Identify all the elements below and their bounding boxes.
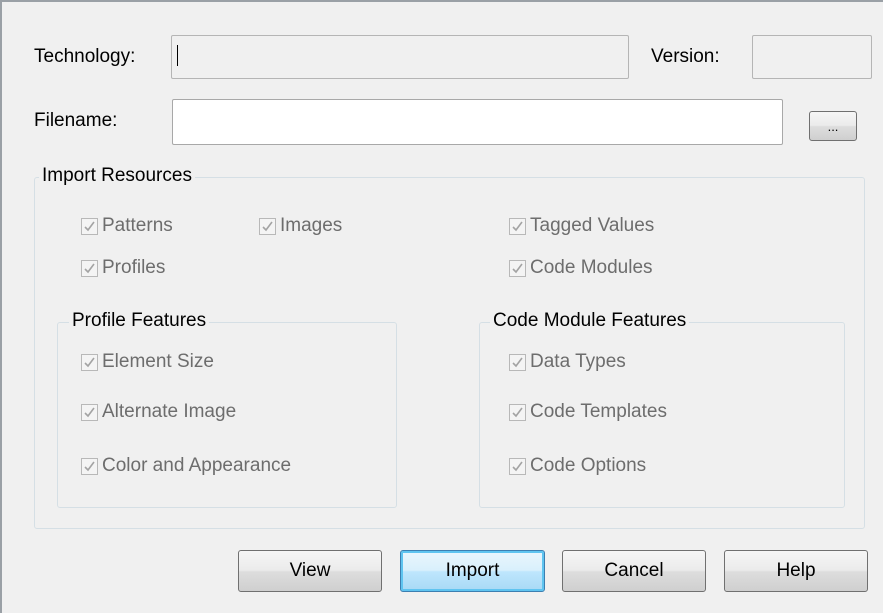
data-types-label: Data Types [530, 351, 626, 372]
tagged-values-label: Tagged Values [530, 215, 655, 236]
code-modules-label: Code Modules [530, 257, 653, 278]
profile-features-title: Profile Features [69, 310, 210, 332]
data-types-checkbox[interactable]: Data Types [509, 351, 626, 373]
import-button[interactable]: Import [400, 550, 545, 592]
checkbox-icon [81, 259, 98, 277]
version-label: Version: [651, 46, 720, 67]
window-frame-left [0, 0, 2, 613]
alternate-image-label: Alternate Image [102, 401, 237, 422]
checkbox-icon [509, 217, 526, 235]
filename-input[interactable] [172, 99, 783, 145]
checkbox-icon [509, 259, 526, 277]
images-label: Images [280, 215, 343, 236]
profiles-label: Profiles [102, 257, 166, 278]
code-module-features-title: Code Module Features [490, 310, 690, 332]
text-caret [177, 45, 178, 66]
help-button[interactable]: Help [724, 550, 868, 592]
patterns-checkbox[interactable]: Patterns [81, 215, 173, 237]
import-resources-title: Import Resources [39, 165, 195, 187]
version-input[interactable] [752, 35, 872, 79]
checkbox-icon [81, 217, 98, 235]
view-button[interactable]: View [238, 550, 382, 592]
checkbox-icon [509, 353, 526, 371]
patterns-label: Patterns [102, 215, 173, 236]
alternate-image-checkbox[interactable]: Alternate Image [81, 401, 236, 423]
window-frame-top [0, 0, 883, 2]
element-size-checkbox[interactable]: Element Size [81, 351, 214, 373]
browse-button[interactable]: ... [809, 111, 857, 141]
checkbox-icon [509, 403, 526, 421]
color-and-appearance-checkbox[interactable]: Color and Appearance [81, 455, 291, 477]
tagged-values-checkbox[interactable]: Tagged Values [509, 215, 654, 237]
code-modules-checkbox[interactable]: Code Modules [509, 257, 653, 279]
checkbox-icon [259, 217, 276, 235]
code-templates-label: Code Templates [530, 401, 667, 422]
images-checkbox[interactable]: Images [259, 215, 342, 237]
cancel-button[interactable]: Cancel [562, 550, 706, 592]
code-options-checkbox[interactable]: Code Options [509, 455, 646, 477]
profiles-checkbox[interactable]: Profiles [81, 257, 165, 279]
checkbox-icon [81, 403, 98, 421]
element-size-label: Element Size [102, 351, 214, 372]
checkbox-icon [81, 457, 98, 475]
code-options-label: Code Options [530, 455, 647, 476]
filename-label: Filename: [34, 110, 118, 131]
checkbox-icon [509, 457, 526, 475]
technology-input[interactable] [171, 35, 629, 79]
checkbox-icon [81, 353, 98, 371]
technology-label: Technology: [34, 46, 136, 67]
color-and-appearance-label: Color and Appearance [102, 455, 292, 476]
code-templates-checkbox[interactable]: Code Templates [509, 401, 667, 423]
